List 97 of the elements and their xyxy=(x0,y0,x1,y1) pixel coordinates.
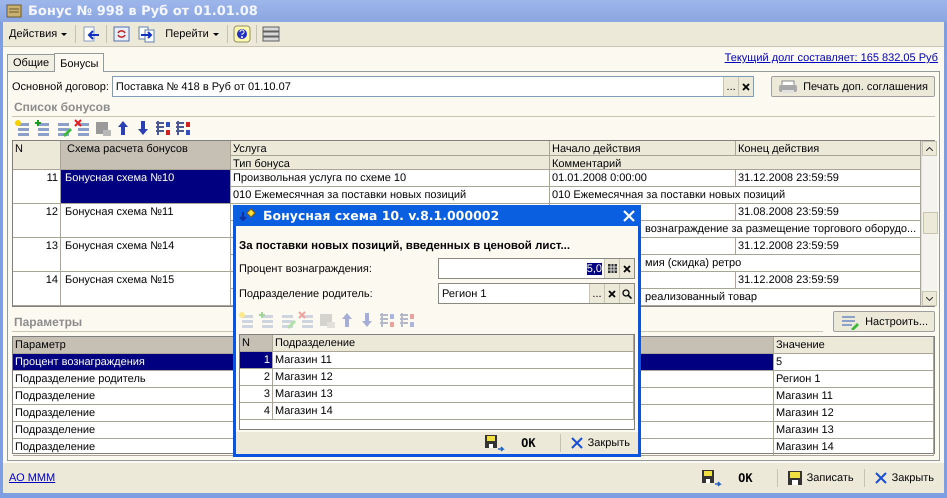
table-cell: 01.01.2008 0:00:00 xyxy=(550,170,736,187)
column-header[interactable]: Начало действия xyxy=(550,141,736,156)
close-icon xyxy=(623,210,635,222)
save-button[interactable]: Записать xyxy=(784,469,858,487)
clear-icon[interactable] xyxy=(623,264,631,272)
close-button[interactable]: Закрыть xyxy=(566,435,634,451)
table-cell: 13 xyxy=(13,238,61,272)
close-icon[interactable] xyxy=(570,437,583,449)
save-exit-icon[interactable] xyxy=(484,434,506,452)
print-button[interactable]: Печать доп. соглашения xyxy=(771,76,935,97)
column-header[interactable]: Комментарий xyxy=(550,156,921,170)
table-cell: Магазин 13 xyxy=(774,422,934,439)
dialog-title: Бонусная схема 10. v.8.1.000002 xyxy=(263,208,500,223)
ok-button[interactable]: OK xyxy=(480,432,554,454)
printer-icon xyxy=(778,80,798,94)
column-header[interactable]: Схема расчета бонусов xyxy=(61,141,231,170)
table-cell[interactable]: Бонусная схема №15 xyxy=(61,272,231,306)
configure-button[interactable]: Настроить... xyxy=(833,311,935,332)
close-button[interactable]: Закрыть xyxy=(870,470,938,486)
back-icon[interactable] xyxy=(81,25,102,43)
table-cell: Магазин 12 xyxy=(774,405,934,422)
window-title-text: Бонус № 998 в Руб от 01.01.08 xyxy=(28,4,258,18)
table-cell[interactable]: 4 xyxy=(240,403,273,420)
table-cell[interactable]: 2 xyxy=(240,369,273,386)
scroll-up-icon[interactable] xyxy=(926,146,933,150)
tab[interactable]: Бонусы xyxy=(54,53,104,72)
table-cell: 010 Ежемесячная за поставки новых позиций xyxy=(550,187,921,204)
column-header[interactable]: Конец действия xyxy=(736,141,921,156)
table-cell: Произвольная услуга по схеме 10 xyxy=(231,170,550,187)
configure-icon xyxy=(840,314,860,330)
dialog-heading: За поставки новых позиций, введенных в ценовой лист... xyxy=(238,239,572,254)
documents-icon[interactable] xyxy=(137,25,158,43)
choose-button[interactable]: ... xyxy=(589,284,604,303)
column-header[interactable]: N xyxy=(240,335,273,352)
table-cell: Магазин 11 xyxy=(273,352,634,369)
ok-button[interactable]: OK xyxy=(697,467,771,489)
contract-field[interactable]: Поставка № 418 в Руб от 01.10.07 ... xyxy=(112,76,754,97)
table-cell: 12 xyxy=(13,204,61,238)
actions-menu[interactable]: Действия xyxy=(6,26,70,42)
table-cell: 31.12.2008 23:59:59 xyxy=(736,272,921,289)
list-settings-icon[interactable] xyxy=(262,25,280,43)
column-header[interactable]: Значение xyxy=(774,337,934,354)
copy-row-icon[interactable] xyxy=(34,119,52,137)
table-cell: 31.08.2008 23:59:59 xyxy=(736,204,921,221)
close-icon[interactable] xyxy=(874,472,887,484)
field-label: Подразделение родитель: xyxy=(239,288,374,300)
search-button[interactable] xyxy=(619,284,634,303)
column-header[interactable]: Подразделение xyxy=(273,335,634,352)
section-heading: Список бонусов xyxy=(12,99,935,117)
table-cell: 31.12.2008 23:59:59 xyxy=(736,238,921,255)
table-cell: Магазин 13 xyxy=(273,386,634,403)
clear-icon[interactable] xyxy=(608,290,616,298)
table-cell: 31.12.2008 23:59:59 xyxy=(736,170,921,187)
tab[interactable]: Общие xyxy=(7,54,56,71)
delete-row-icon[interactable] xyxy=(74,119,92,137)
table-cell: Магазин 11 xyxy=(774,388,934,405)
table-cell[interactable]: 3 xyxy=(240,386,273,403)
table-cell: 14 xyxy=(13,272,61,306)
refresh-icon[interactable] xyxy=(112,25,132,43)
clear-button[interactable] xyxy=(619,259,634,278)
table-cell[interactable]: 1 xyxy=(240,352,273,369)
table-cell: 5 xyxy=(774,354,934,371)
calculator-button[interactable] xyxy=(604,259,619,278)
input-field[interactable]: 5,0 xyxy=(438,258,635,279)
table-cell: Магазин 12 xyxy=(273,369,634,386)
scroll-down-icon[interactable] xyxy=(926,296,933,300)
table-cell[interactable]: Бонусная схема №11 xyxy=(61,204,231,238)
organization-link[interactable]: АО МММ xyxy=(9,472,58,484)
column-header[interactable]: Тип бонуса xyxy=(231,156,550,170)
debt-link[interactable]: Текущий долг составляет: 165 832,05 Руб xyxy=(724,52,940,64)
sort-ascending-icon[interactable] xyxy=(154,119,172,137)
contract-label: Основной договор: xyxy=(12,80,109,92)
clear-button[interactable] xyxy=(738,77,754,96)
column-header[interactable]: N xyxy=(13,141,61,170)
table-cell: 010 Ежемесячная за поставки новых позиций xyxy=(231,187,550,204)
input-field[interactable]: Регион 1 ... xyxy=(438,283,635,304)
column-header[interactable]: Услуга xyxy=(231,141,550,156)
scrollbar[interactable] xyxy=(921,141,937,306)
help-icon[interactable] xyxy=(232,25,251,43)
calculator-icon xyxy=(608,264,616,273)
clear-button[interactable] xyxy=(604,284,619,303)
goto-menu[interactable]: Перейти xyxy=(162,26,222,42)
field-label: Процент вознаграждения: xyxy=(239,262,373,274)
clear-icon[interactable] xyxy=(742,82,750,90)
table-cell: Магазин 14 xyxy=(774,439,934,456)
document-icon xyxy=(6,4,22,18)
close-button[interactable] xyxy=(623,210,635,222)
table-cell[interactable]: Бонусная схема №14 xyxy=(61,238,231,272)
choose-button[interactable]: ... xyxy=(723,77,738,96)
table-cell: Магазин 14 xyxy=(273,403,634,420)
scroll-thumb[interactable] xyxy=(923,212,938,234)
save-exit-icon[interactable] xyxy=(701,469,724,487)
search-icon xyxy=(622,288,632,298)
dialog-icon xyxy=(239,208,257,224)
table-cell: Регион 1 xyxy=(774,371,934,388)
table-cell[interactable]: Бонусная схема №10 xyxy=(61,170,231,204)
sort-descending-icon[interactable] xyxy=(174,119,192,137)
